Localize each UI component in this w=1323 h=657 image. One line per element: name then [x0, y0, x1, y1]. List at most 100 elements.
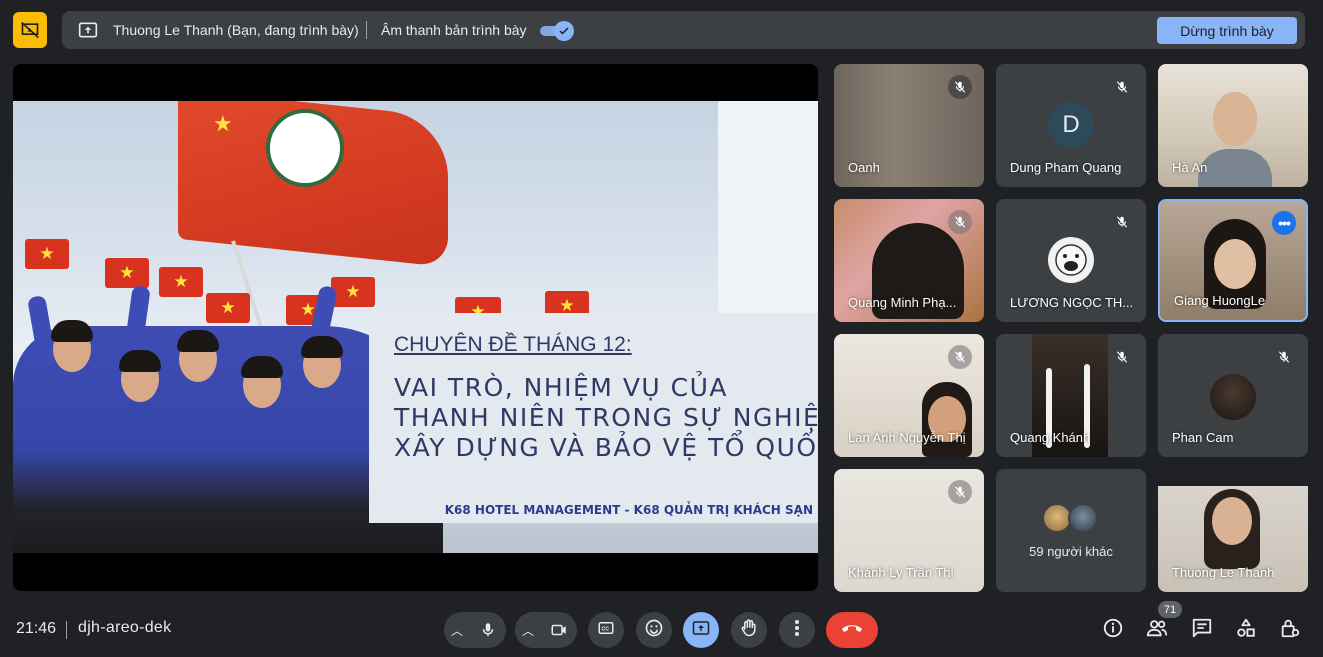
camera-icon[interactable]	[541, 612, 577, 648]
host-controls-icon	[1279, 617, 1301, 644]
present-to-all-icon	[691, 619, 711, 642]
captions-button[interactable]: CC	[588, 612, 624, 648]
participant-tile[interactable]: Quang Minh Phạ...	[834, 199, 984, 322]
slide-title-line: THANH NIÊN TRONG SỰ NGHIỆP	[394, 403, 818, 432]
emoji-button[interactable]	[636, 612, 672, 648]
raised-arm	[123, 285, 151, 357]
chevron-up-icon[interactable]: ︿	[515, 622, 541, 639]
participant-tile[interactable]: Lan Anh Nguyễn Thị	[834, 334, 984, 457]
activities-icon	[1235, 617, 1257, 644]
chat-icon	[1191, 617, 1213, 644]
person-hair	[241, 356, 283, 378]
avatar	[1068, 503, 1098, 533]
people-button[interactable]	[1144, 617, 1170, 643]
slide-title-card: CHUYÊN ĐỀ THÁNG 12: VAI TRÒ, NHIỆM VỤ CỦ…	[369, 313, 818, 523]
stop-presenting-button[interactable]: Dừng trình bày	[1157, 17, 1297, 44]
slide-title-line: XÂY DỰNG VÀ BẢO VỆ TỔ QUỐC	[394, 433, 818, 462]
participant-video-face	[1214, 239, 1256, 289]
present-to-all-icon	[78, 20, 98, 40]
person-hair	[51, 320, 93, 342]
people-icon	[1145, 617, 1169, 644]
meeting-code: djh-areo-dek	[78, 619, 172, 636]
present-off-icon[interactable]	[13, 12, 47, 48]
mic-icon[interactable]	[470, 612, 506, 648]
vietnam-flag: ★	[105, 258, 149, 288]
participant-tile[interactable]: Hà An	[1158, 64, 1308, 187]
participant-name: Lan Anh Nguyễn Thị	[848, 430, 966, 445]
svg-text:CC: CC	[602, 626, 610, 632]
participant-name: Phan Cam	[1172, 430, 1234, 445]
person-hair	[301, 336, 343, 358]
meeting-time: 21:46	[16, 620, 57, 637]
participant-tile[interactable]: ••• Giang HuongLe	[1158, 199, 1308, 322]
participant-name: Giang HuongLe	[1174, 293, 1266, 308]
slide-footer: K68 HOTEL MANAGEMENT - K68 QUẢN TRỊ KHÁC…	[444, 503, 813, 517]
mic-off-icon	[948, 345, 972, 369]
mic-off-icon	[1110, 345, 1134, 369]
more-vert-icon	[794, 619, 800, 642]
mic-off-icon	[1110, 210, 1134, 234]
presentation-audio-label: Âm thanh bản trình bày	[381, 22, 527, 38]
meeting-info-divider	[66, 621, 67, 639]
participant-tile[interactable]: Khánh Ly Trần Thị	[834, 469, 984, 592]
self-view-tile[interactable]: Thuong Le Thanh	[1158, 469, 1308, 592]
camera-control-group: ︿	[515, 612, 577, 648]
presentation-audio-toggle[interactable]	[540, 21, 574, 41]
person-hair	[119, 350, 161, 372]
present-button[interactable]	[683, 612, 719, 648]
avatar	[1048, 237, 1094, 283]
avatar	[1210, 374, 1256, 420]
vietnam-flag: ★	[25, 239, 69, 269]
slide-subtitle: CHUYÊN ĐỀ THÁNG 12:	[394, 333, 632, 356]
check-icon	[554, 21, 574, 41]
raise-hand-button[interactable]	[731, 612, 767, 648]
participant-tile[interactable]: Oanh	[834, 64, 984, 187]
slide-sky-strip	[718, 101, 818, 321]
others-count-label: 59 người khác	[1029, 544, 1113, 559]
mic-control-group: ︿	[444, 612, 506, 648]
host-controls-button[interactable]	[1277, 617, 1303, 643]
more-options-button[interactable]	[779, 612, 815, 648]
leave-call-button[interactable]	[826, 612, 878, 648]
participant-name: Oanh	[848, 160, 880, 175]
activities-button[interactable]	[1233, 617, 1259, 643]
info-icon	[1102, 617, 1124, 644]
presentation-slide: ★ ★ ★ ★ ★ ★ ★ ★ ★ CHUYÊN ĐỀ THÁNG 12: VA…	[13, 101, 818, 553]
slide-title: VAI TRÒ, NHIỆM VỤ CỦA THANH NIÊN TRONG S…	[394, 373, 818, 463]
slide-title-line: VAI TRÒ, NHIỆM VỤ CỦA	[394, 373, 729, 402]
call-end-icon	[840, 621, 864, 639]
participant-name: Thuong Le Thanh	[1172, 565, 1275, 580]
participant-count-badge: 71	[1158, 601, 1182, 618]
participant-tile[interactable]: Quang Khánh	[996, 334, 1146, 457]
participant-name: Khánh Ly Trần Thị	[848, 565, 954, 580]
mic-off-icon	[1110, 75, 1134, 99]
vietnam-flag: ★	[159, 267, 203, 297]
youth-union-emblem	[266, 109, 344, 187]
participant-name: Dung Pham Quang	[1010, 160, 1122, 175]
mic-off-icon	[1272, 345, 1296, 369]
presenter-status: Thuong Le Thanh (Bạn, đang trình bày)	[113, 22, 359, 38]
chevron-up-icon[interactable]: ︿	[444, 622, 470, 639]
emoji-icon	[644, 618, 664, 643]
chat-button[interactable]	[1189, 617, 1215, 643]
presenting-banner: Thuong Le Thanh (Bạn, đang trình bày) Âm…	[62, 11, 1305, 49]
more-options-icon[interactable]: •••	[1272, 211, 1296, 235]
mic-off-icon	[948, 75, 972, 99]
banner-divider	[366, 21, 367, 39]
participant-tile[interactable]: LƯƠNG NGỌC TH...	[996, 199, 1146, 322]
participant-tile[interactable]: D Dung Pham Quang	[996, 64, 1146, 187]
participant-video-face	[1212, 497, 1252, 545]
meeting-details-button[interactable]	[1100, 617, 1126, 643]
presenting-bar: Thuong Le Thanh (Bạn, đang trình bày) Âm…	[0, 0, 1323, 60]
participant-video-body	[1198, 149, 1272, 187]
flag-star: ★	[213, 111, 233, 136]
vietnam-flag: ★	[331, 277, 375, 307]
presentation-stage[interactable]: ★ ★ ★ ★ ★ ★ ★ ★ ★ CHUYÊN ĐỀ THÁNG 12: VA…	[13, 64, 818, 591]
participant-name: Hà An	[1172, 160, 1208, 175]
others-tile[interactable]: 59 người khác	[996, 469, 1146, 592]
others-avatars	[1042, 503, 1102, 533]
participant-tile[interactable]: Phan Cam	[1158, 334, 1308, 457]
closed-captions-icon: CC	[596, 619, 616, 642]
participant-name: Quang Khánh	[1010, 430, 1091, 445]
raise-hand-icon	[739, 618, 759, 643]
